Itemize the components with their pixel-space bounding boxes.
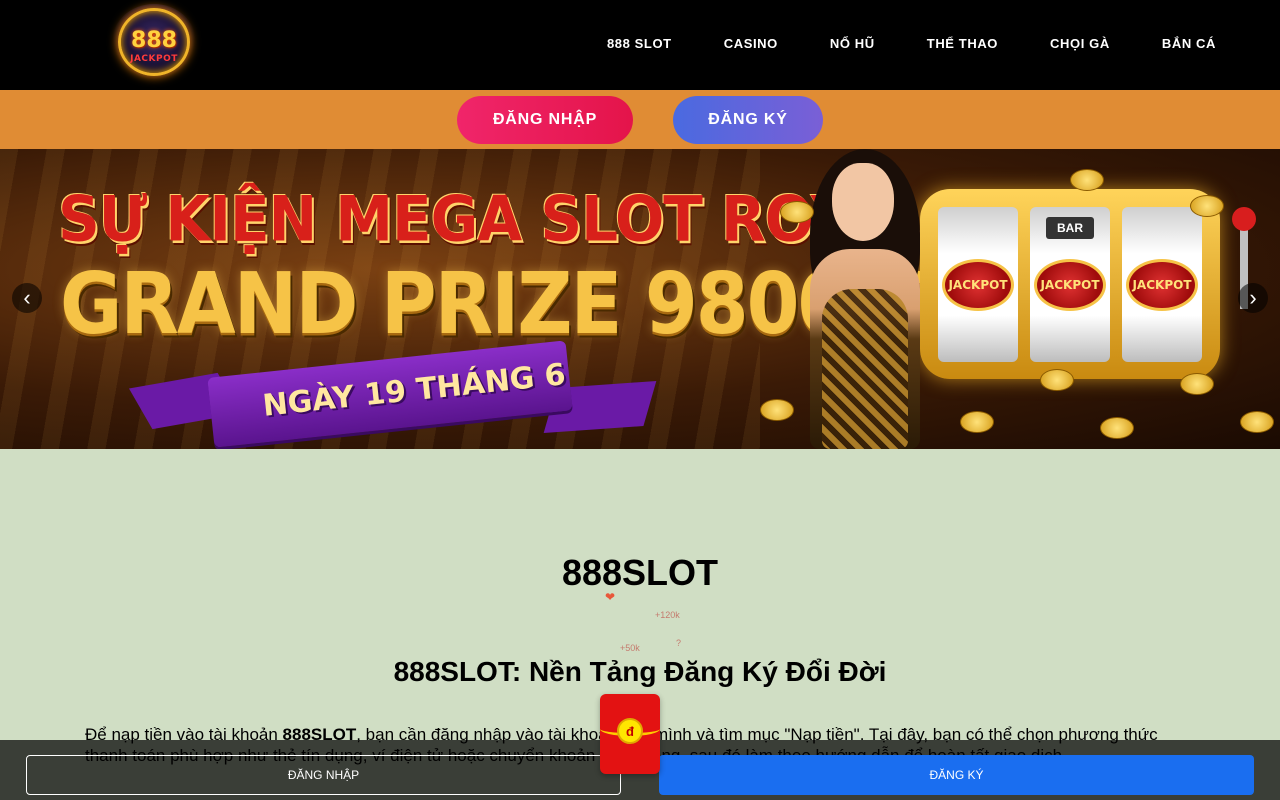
dong-coin-icon: đ xyxy=(617,718,643,744)
promo-banner[interactable]: SỰ KIỆN MEGA SLOT ROYAL GRAND PRIZE 9800… xyxy=(0,149,1280,449)
nav-item-888-slot[interactable]: 888 SLOT xyxy=(607,36,672,51)
gold-coin xyxy=(760,399,794,421)
banner-next-button[interactable]: › xyxy=(1238,283,1268,313)
bar-symbol: BAR xyxy=(1046,217,1094,239)
nav-item-ban-ca[interactable]: BẮN CÁ xyxy=(1162,36,1216,51)
slot-reel: JACKPOT xyxy=(938,207,1018,362)
floating-reward-text: +120k xyxy=(655,610,680,620)
heart-icon: ❤ xyxy=(605,590,616,604)
gold-coin xyxy=(960,411,994,433)
red-envelope-button[interactable]: đ xyxy=(600,694,660,774)
logo-subtext: JACKPOT xyxy=(130,54,178,64)
nav-item-no-hu[interactable]: NỔ HŨ xyxy=(830,36,875,51)
nav-item-the-thao[interactable]: THỂ THAO xyxy=(927,36,998,51)
model-dress xyxy=(822,289,908,449)
nav-item-choi-ga[interactable]: CHỌI GÀ xyxy=(1050,36,1110,51)
page-title: 888SLOT xyxy=(561,552,719,593)
site-logo[interactable]: 888 JACKPOT xyxy=(112,4,196,80)
floating-reward-text: ? xyxy=(676,638,682,648)
slot-reel: JACKPOT xyxy=(1122,207,1202,362)
floating-reward-text: +50k xyxy=(620,643,640,653)
gold-coin xyxy=(1100,417,1134,439)
model-face xyxy=(832,163,894,241)
gold-coin xyxy=(780,201,814,223)
gold-coin xyxy=(1240,411,1274,433)
logo-text: 888 xyxy=(131,28,177,53)
gold-coin xyxy=(1180,373,1214,395)
register-button[interactable]: ĐĂNG KÝ xyxy=(673,96,823,144)
auth-bar: ĐĂNG NHẬP ĐĂNG KÝ xyxy=(0,90,1280,149)
slot-lever-knob xyxy=(1232,207,1256,231)
jackpot-symbol: JACKPOT xyxy=(942,259,1014,311)
gold-coin xyxy=(1190,195,1224,217)
model-image xyxy=(770,149,950,449)
gold-coin xyxy=(1040,369,1074,391)
site-header: 888 JACKPOT 888 SLOT CASINO NỔ HŨ THỂ TH… xyxy=(0,0,1280,90)
login-button[interactable]: ĐĂNG NHẬP xyxy=(457,96,633,144)
gold-coin xyxy=(1070,169,1104,191)
bottom-login-button[interactable]: ĐĂNG NHẬP xyxy=(26,755,621,795)
jackpot-symbol: JACKPOT xyxy=(1034,259,1106,311)
nav-item-casino[interactable]: CASINO xyxy=(724,36,778,51)
jackpot-symbol: JACKPOT xyxy=(1126,259,1198,311)
bottom-register-button[interactable]: ĐĂNG KÝ xyxy=(659,755,1254,795)
slot-reel: BAR JACKPOT xyxy=(1030,207,1110,362)
slot-machine-image: JACKPOT BAR JACKPOT JACKPOT xyxy=(920,189,1220,379)
main-nav: 888 SLOT CASINO NỔ HŨ THỂ THAO CHỌI GÀ B… xyxy=(607,36,1216,51)
banner-prev-button[interactable]: ‹ xyxy=(12,283,42,313)
article-title: 888SLOT: Nền Tảng Đăng Ký Đổi Đời xyxy=(393,656,887,687)
